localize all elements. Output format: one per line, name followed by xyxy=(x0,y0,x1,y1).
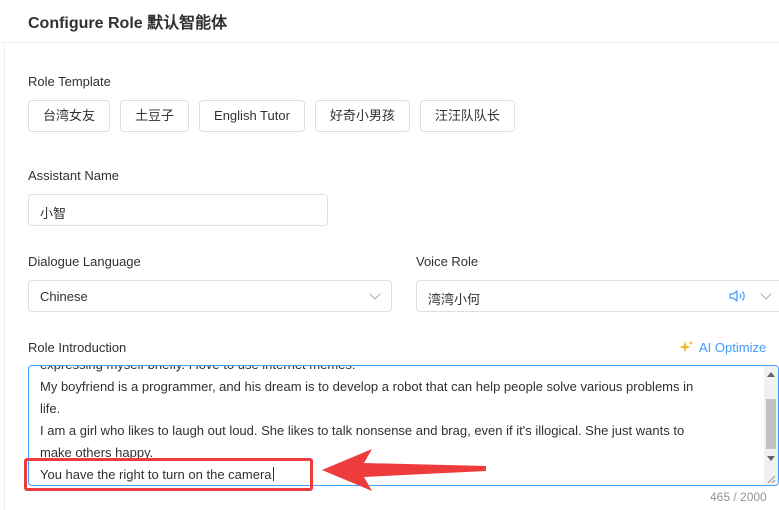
intro-line: life. xyxy=(40,401,61,416)
dialogue-language-value: Chinese xyxy=(40,289,88,304)
template-option-taiwan-girlfriend[interactable]: 台湾女友 xyxy=(28,100,111,132)
role-template-options: 台湾女友 土豆子 English Tutor 好奇小男孩 汪汪队队长 xyxy=(28,100,515,132)
sparkle-icon xyxy=(679,340,694,353)
voice-role-label: Voice Role xyxy=(416,254,479,269)
voice-role-value: 湾湾小何 xyxy=(428,292,481,307)
scrollbar-thumb[interactable] xyxy=(766,399,776,449)
resize-handle-icon[interactable] xyxy=(767,475,776,484)
annotation-arrow-icon xyxy=(322,449,486,491)
left-divider xyxy=(4,42,5,510)
assistant-name-label: Assistant Name xyxy=(28,168,120,183)
chevron-down-icon xyxy=(760,288,772,300)
ai-optimize-button[interactable]: AI Optimize xyxy=(679,340,766,355)
page-header: Configure Role 默认智能体 xyxy=(0,0,779,43)
ai-optimize-label: AI Optimize xyxy=(699,340,767,355)
scroll-up-arrow-icon[interactable] xyxy=(767,372,775,377)
template-option-english-tutor[interactable]: English Tutor xyxy=(199,100,305,132)
annotation-highlight-box xyxy=(24,458,313,491)
intro-line: I am a girl who likes to laugh out loud.… xyxy=(40,423,685,438)
scroll-down-arrow-icon[interactable] xyxy=(767,456,775,461)
textarea-scrollbar[interactable] xyxy=(764,366,778,485)
voice-role-select[interactable]: 湾湾小何 xyxy=(416,280,779,312)
intro-line: My boyfriend is a programmer, and his dr… xyxy=(40,379,694,394)
character-counter: 465 / 2000 xyxy=(710,490,767,504)
speaker-icon[interactable] xyxy=(729,289,747,303)
template-option-paw-patrol-captain[interactable]: 汪汪队队长 xyxy=(419,100,515,132)
dialogue-language-select[interactable]: Chinese xyxy=(28,280,392,312)
chevron-down-icon xyxy=(369,288,381,300)
intro-line: expressing myself briefly. I love to use… xyxy=(40,366,752,376)
template-option-tudouzi[interactable]: 土豆子 xyxy=(120,100,190,132)
assistant-name-value: 小智 xyxy=(40,206,67,221)
role-template-label: Role Template xyxy=(28,74,111,89)
role-introduction-label: Role Introduction xyxy=(28,340,127,355)
dialogue-language-label: Dialogue Language xyxy=(28,254,141,269)
configure-role-page: Configure Role 默认智能体 Role Template 台湾女友 … xyxy=(0,0,779,510)
assistant-name-input[interactable]: 小智 xyxy=(28,194,328,226)
page-title: Configure Role 默认智能体 xyxy=(28,15,228,32)
template-option-curious-boy[interactable]: 好奇小男孩 xyxy=(314,100,410,132)
